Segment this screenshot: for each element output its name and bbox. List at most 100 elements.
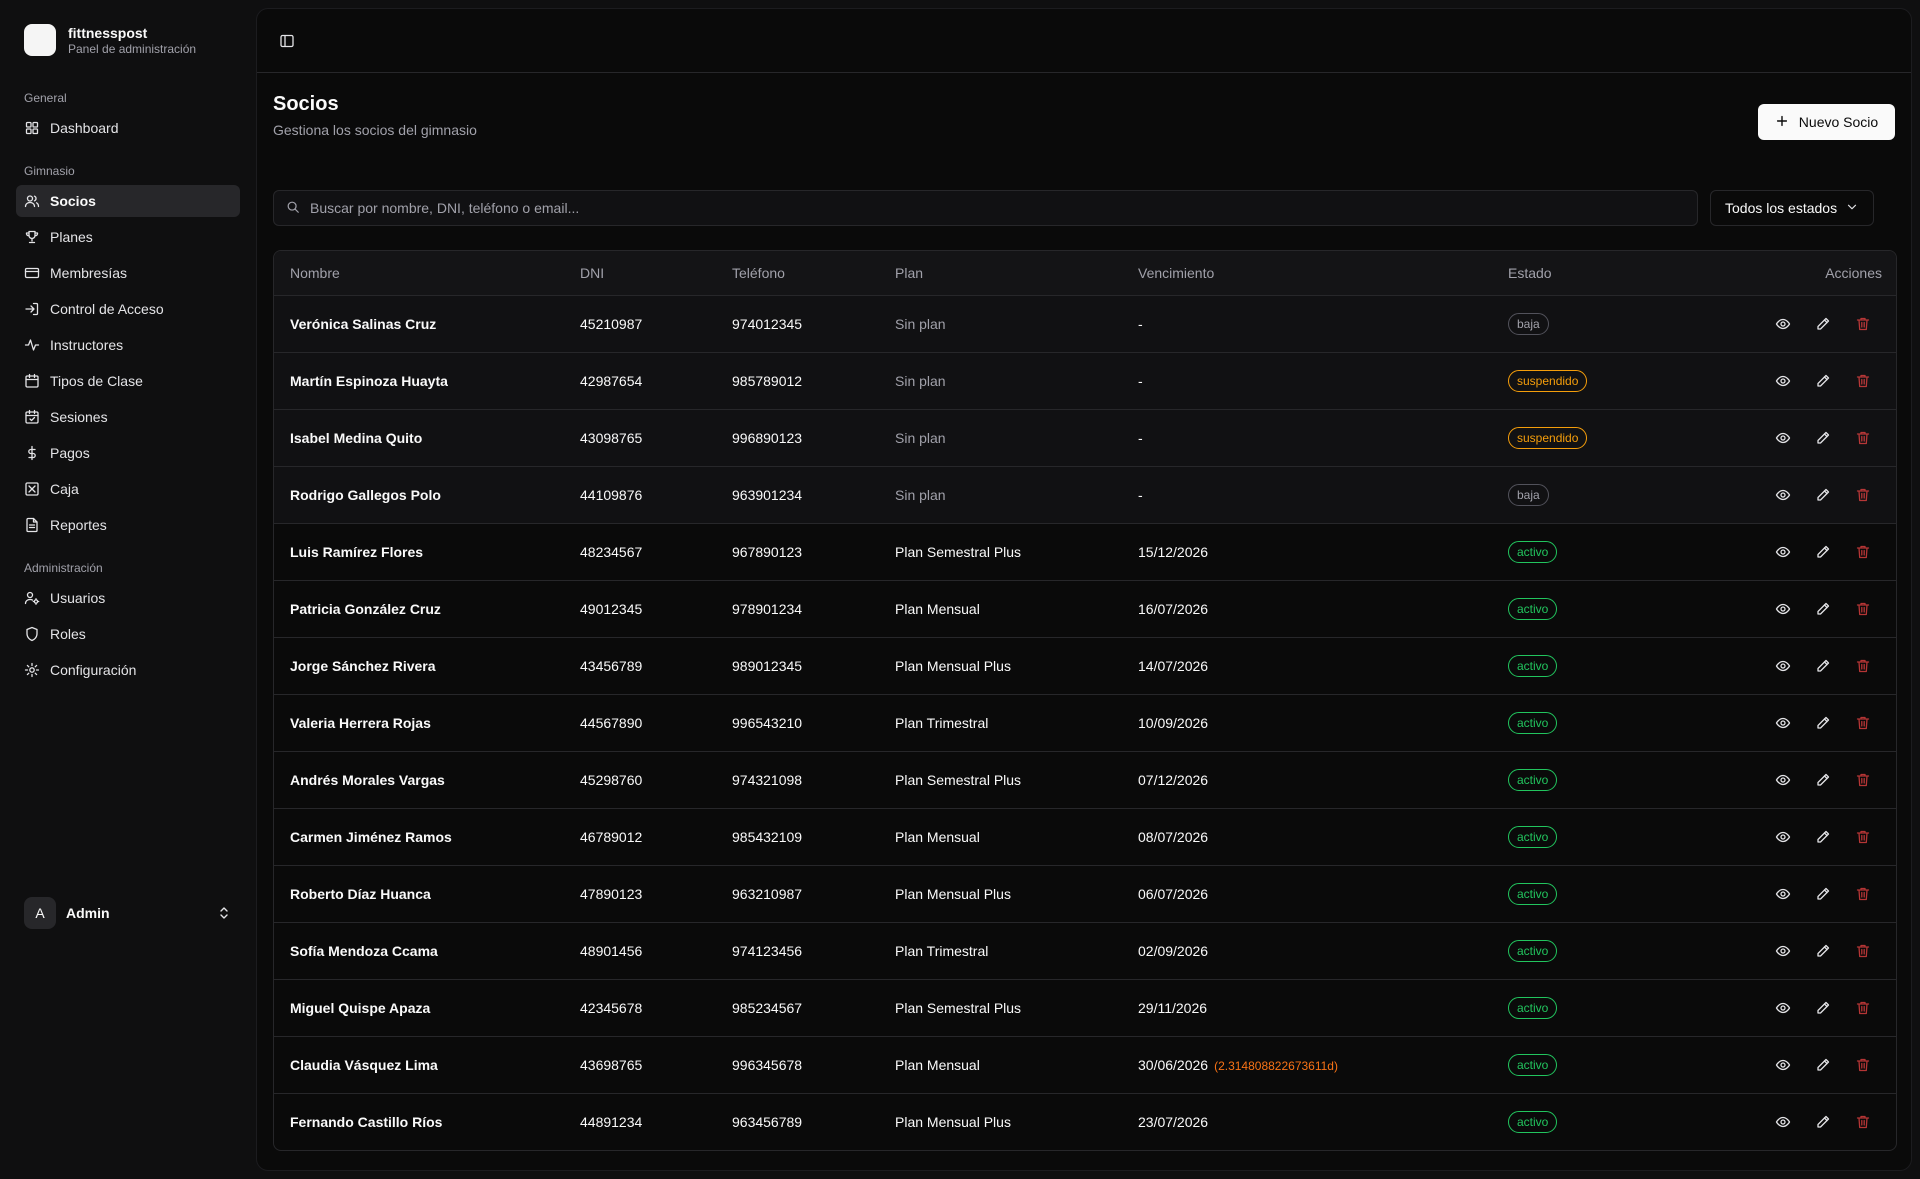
cell-vencimiento: -	[1122, 408, 1492, 466]
column-header-vencimiento[interactable]: Vencimiento	[1122, 251, 1492, 295]
trash-icon[interactable]	[1854, 771, 1872, 789]
row-actions	[1688, 486, 1882, 504]
column-header-telefono[interactable]: Teléfono	[716, 251, 879, 295]
view-icon[interactable]	[1774, 657, 1792, 675]
table-row[interactable]: Miguel Quispe Apaza 42345678 985234567 Plan…	[274, 978, 1896, 1036]
edit-icon[interactable]	[1814, 543, 1832, 561]
edit-icon[interactable]	[1814, 771, 1832, 789]
column-header-estado[interactable]: Estado	[1492, 251, 1672, 295]
table-row[interactable]: Luis Ramírez Flores 48234567 967890123 Plan…	[274, 522, 1896, 580]
view-icon[interactable]	[1774, 885, 1792, 903]
trash-icon[interactable]	[1854, 657, 1872, 675]
trash-icon[interactable]	[1854, 714, 1872, 732]
sidebar-item-label: Pagos	[50, 445, 90, 461]
sidebar-item-roles[interactable]: Roles	[16, 618, 240, 650]
edit-icon[interactable]	[1814, 714, 1832, 732]
status-badge: baja	[1508, 312, 1549, 335]
trash-icon[interactable]	[1854, 429, 1872, 447]
view-icon[interactable]	[1774, 600, 1792, 618]
cell-dni: 42345678	[564, 978, 716, 1036]
cell-plan: Plan Mensual	[879, 579, 1122, 637]
sidebar-item-planes[interactable]: Planes	[16, 221, 240, 253]
sidebar-item-socios[interactable]: Socios	[16, 185, 240, 217]
edit-icon[interactable]	[1814, 1056, 1832, 1074]
trash-icon[interactable]	[1854, 885, 1872, 903]
edit-icon[interactable]	[1814, 486, 1832, 504]
edit-icon[interactable]	[1814, 999, 1832, 1017]
trash-icon[interactable]	[1854, 999, 1872, 1017]
view-icon[interactable]	[1774, 828, 1792, 846]
view-icon[interactable]	[1774, 429, 1792, 447]
sidebar-item-reportes[interactable]: Reportes	[16, 509, 240, 541]
trash-icon[interactable]	[1854, 315, 1872, 333]
sidebar-item-sesiones[interactable]: Sesiones	[16, 401, 240, 433]
search-input[interactable]	[310, 200, 1685, 216]
view-icon[interactable]	[1774, 714, 1792, 732]
edit-icon[interactable]	[1814, 600, 1832, 618]
view-icon[interactable]	[1774, 771, 1792, 789]
sidebar-item-control-de-acceso[interactable]: Control de Acceso	[16, 293, 240, 325]
table-row[interactable]: Isabel Medina Quito 43098765 996890123 Sin …	[274, 408, 1896, 466]
edit-icon[interactable]	[1814, 1113, 1832, 1131]
edit-icon[interactable]	[1814, 657, 1832, 675]
table-row[interactable]: Claudia Vásquez Lima 43698765 996345678 Pla…	[274, 1035, 1896, 1093]
trash-icon[interactable]	[1854, 543, 1872, 561]
column-header-dni[interactable]: DNI	[564, 251, 716, 295]
view-icon[interactable]	[1774, 1113, 1792, 1131]
cell-plan: Plan Mensual Plus	[879, 1092, 1122, 1150]
view-icon[interactable]	[1774, 372, 1792, 390]
table-row[interactable]: Carmen Jiménez Ramos 46789012 985432109 Pla…	[274, 807, 1896, 865]
trash-icon[interactable]	[1854, 1056, 1872, 1074]
table-row[interactable]: Jorge Sánchez Rivera 43456789 989012345 Pla…	[274, 636, 1896, 694]
sidebar-item-dashboard[interactable]: Dashboard	[16, 112, 240, 144]
new-member-button[interactable]: Nuevo Socio	[1758, 104, 1895, 140]
table-row[interactable]: Patricia González Cruz 49012345 978901234 P…	[274, 579, 1896, 637]
filters-bar: Todos los estados	[273, 190, 1895, 226]
trash-icon[interactable]	[1854, 942, 1872, 960]
table-row[interactable]: Roberto Díaz Huanca 47890123 963210987 Plan…	[274, 864, 1896, 922]
column-header-nombre[interactable]: Nombre	[274, 251, 564, 295]
edit-icon[interactable]	[1814, 885, 1832, 903]
view-icon[interactable]	[1774, 486, 1792, 504]
table-row[interactable]: Verónica Salinas Cruz 45210987 974012345 Si…	[274, 294, 1896, 352]
column-header-plan[interactable]: Plan	[879, 251, 1122, 295]
trash-icon[interactable]	[1854, 828, 1872, 846]
cell-telefono: 967890123	[716, 522, 879, 580]
view-icon[interactable]	[1774, 999, 1792, 1017]
sidebar-item-membresias[interactable]: Membresías	[16, 257, 240, 289]
sidebar-toggle-icon[interactable]	[273, 27, 301, 55]
trash-icon[interactable]	[1854, 1113, 1872, 1131]
edit-icon[interactable]	[1814, 372, 1832, 390]
status-badge: activo	[1508, 540, 1558, 563]
view-icon[interactable]	[1774, 1056, 1792, 1074]
table-row[interactable]: Rodrigo Gallegos Polo 44109876 963901234 Si…	[274, 465, 1896, 523]
edit-icon[interactable]	[1814, 828, 1832, 846]
table-row[interactable]: Martín Espinoza Huayta 42987654 985789012 S…	[274, 351, 1896, 409]
view-icon[interactable]	[1774, 942, 1792, 960]
status-badge: activo	[1508, 654, 1558, 677]
sidebar-item-tipos-de-clase[interactable]: Tipos de Clase	[16, 365, 240, 397]
trash-icon[interactable]	[1854, 486, 1872, 504]
table-row[interactable]: Valeria Herrera Rojas 44567890 996543210 Pl…	[274, 693, 1896, 751]
view-icon[interactable]	[1774, 543, 1792, 561]
edit-icon[interactable]	[1814, 942, 1832, 960]
vencimiento-date: 30/06/2026	[1138, 1056, 1209, 1073]
user-menu[interactable]: A Admin	[16, 893, 240, 933]
view-icon[interactable]	[1774, 315, 1792, 333]
shield-icon	[24, 626, 40, 642]
edit-icon[interactable]	[1814, 315, 1832, 333]
table-row[interactable]: Andrés Morales Vargas 45298760 974321098 Pl…	[274, 750, 1896, 808]
sidebar-item-instructores[interactable]: Instructores	[16, 329, 240, 361]
status-filter-select[interactable]: Todos los estados	[1710, 190, 1874, 226]
card-icon	[24, 265, 40, 281]
brand[interactable]: fittnesspost Panel de administración	[16, 18, 240, 62]
sidebar-item-caja[interactable]: Caja	[16, 473, 240, 505]
trash-icon[interactable]	[1854, 372, 1872, 390]
edit-icon[interactable]	[1814, 429, 1832, 447]
sidebar-item-configuracion[interactable]: Configuración	[16, 654, 240, 686]
table-row[interactable]: Sofía Mendoza Ccama 48901456 974123456 Plan…	[274, 921, 1896, 979]
sidebar-item-usuarios[interactable]: Usuarios	[16, 582, 240, 614]
trash-icon[interactable]	[1854, 600, 1872, 618]
table-row[interactable]: Fernando Castillo Ríos 44891234 963456789 P…	[274, 1092, 1896, 1150]
sidebar-item-pagos[interactable]: Pagos	[16, 437, 240, 469]
